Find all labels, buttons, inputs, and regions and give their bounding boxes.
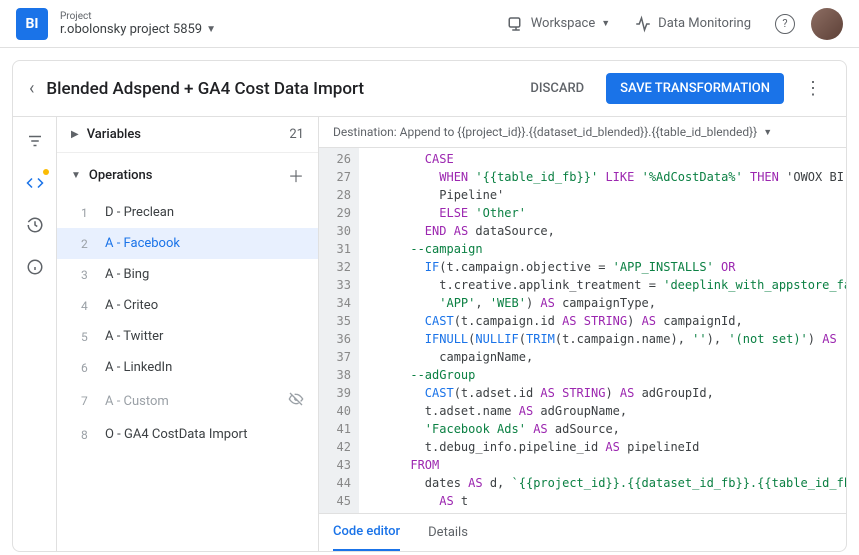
project-name-text: r.obolonsky project 5859	[60, 22, 202, 37]
operation-item[interactable]: 3 A - Bing	[57, 259, 318, 290]
add-operation-button[interactable]: ＋	[288, 163, 304, 187]
side-rail	[13, 117, 57, 551]
left-panel: ▶ Variables 21 ▼ Operations ＋ 1 D - Precl…	[57, 117, 319, 551]
operation-index: 7	[81, 394, 97, 408]
project-name: r.obolonsky project 5859 ▼	[60, 22, 216, 37]
chevron-down-icon: ▼	[206, 24, 216, 35]
operation-label: O - GA4 CostData Import	[105, 427, 247, 442]
monitoring-icon	[634, 15, 652, 33]
chevron-down-icon: ▼	[763, 127, 772, 138]
data-monitoring-nav[interactable]: Data Monitoring	[634, 15, 751, 33]
notification-dot-icon	[43, 169, 49, 175]
app-logo[interactable]: BI	[16, 8, 48, 40]
code-content[interactable]: CASE WHEN '{{table_id_fb}}' LIKE '%AdCos…	[359, 148, 846, 513]
title-row: ‹ Blended Adspend + GA4 Cost Data Import…	[13, 61, 846, 117]
tab-details[interactable]: Details	[428, 514, 468, 551]
top-nav: Workspace ▼ Data Monitoring	[507, 15, 751, 33]
avatar[interactable]	[811, 8, 843, 40]
operation-index: 8	[81, 428, 97, 442]
tab-code-editor[interactable]: Code editor	[333, 514, 400, 551]
monitoring-label: Data Monitoring	[658, 16, 751, 31]
destination-text: Destination: Append to {{project_id}}.{{…	[333, 125, 757, 139]
operation-label: A - Twitter	[105, 329, 163, 344]
operation-index: 5	[81, 330, 97, 344]
operation-label: A - LinkedIn	[105, 360, 172, 375]
top-right: ?	[775, 8, 843, 40]
operation-label: A - Criteo	[105, 298, 158, 313]
operation-item[interactable]: 5 A - Twitter	[57, 321, 318, 352]
operation-label: A - Bing	[105, 267, 149, 282]
rail-code-icon[interactable]	[23, 171, 47, 195]
body: ▶ Variables 21 ▼ Operations ＋ 1 D - Precl…	[13, 117, 846, 551]
help-icon[interactable]: ?	[775, 14, 795, 34]
code-editor[interactable]: 2627282930313233343536373839404142434445…	[319, 148, 846, 513]
operation-index: 6	[81, 361, 97, 375]
operation-label: A - Custom	[105, 394, 169, 409]
workspace-nav[interactable]: Workspace ▼	[507, 15, 610, 33]
variables-label: Variables	[87, 127, 141, 142]
variables-count: 21	[289, 127, 304, 142]
chevron-down-icon: ▼	[71, 170, 81, 181]
destination-row[interactable]: Destination: Append to {{project_id}}.{{…	[319, 117, 846, 148]
hidden-icon	[288, 391, 304, 411]
operation-label: A - Facebook	[105, 236, 180, 251]
save-transformation-button[interactable]: SAVE TRANSFORMATION	[606, 73, 784, 104]
operation-index: 2	[81, 237, 97, 251]
chevron-right-icon: ▶	[71, 129, 79, 140]
operation-item[interactable]: 1 D - Preclean	[57, 197, 318, 228]
variables-section[interactable]: ▶ Variables 21	[57, 117, 318, 152]
operation-item[interactable]: 6 A - LinkedIn	[57, 352, 318, 383]
chevron-down-icon: ▼	[601, 18, 610, 29]
operation-item[interactable]: 4 A - Criteo	[57, 290, 318, 321]
operation-index: 3	[81, 268, 97, 282]
editor-tabs: Code editor Details	[319, 513, 846, 551]
title-actions: DISCARD SAVE TRANSFORMATION ⋮	[520, 73, 830, 104]
more-menu-button[interactable]: ⋮	[796, 74, 830, 103]
workspace-label: Workspace	[531, 16, 596, 31]
workspace-icon	[507, 15, 525, 33]
operation-label: D - Preclean	[105, 205, 174, 220]
project-selector[interactable]: Project r.obolonsky project 5859 ▼	[60, 11, 216, 37]
line-gutter: 2627282930313233343536373839404142434445	[319, 148, 359, 513]
operation-item[interactable]: 8 O - GA4 CostData Import	[57, 419, 318, 450]
rail-filter-icon[interactable]	[23, 129, 47, 153]
rail-history-icon[interactable]	[23, 213, 47, 237]
operations-label: Operations	[89, 168, 153, 183]
operation-index: 1	[81, 206, 97, 220]
rail-info-icon[interactable]	[23, 255, 47, 279]
right-panel: Destination: Append to {{project_id}}.{{…	[319, 117, 846, 551]
operation-item[interactable]: 7 A - Custom	[57, 383, 318, 419]
back-button[interactable]: ‹	[29, 78, 34, 99]
page-title: Blended Adspend + GA4 Cost Data Import	[46, 79, 364, 99]
main-card: ‹ Blended Adspend + GA4 Cost Data Import…	[12, 60, 847, 552]
discard-button[interactable]: DISCARD	[520, 75, 594, 102]
operation-item[interactable]: 2 A - Facebook	[57, 228, 318, 259]
operations-list: 1 D - Preclean 2 A - Facebook 3 A - Bing 4 A - …	[57, 197, 318, 450]
operations-section[interactable]: ▼ Operations ＋	[57, 152, 318, 197]
operation-index: 4	[81, 299, 97, 313]
top-bar: BI Project r.obolonsky project 5859 ▼ Wo…	[0, 0, 859, 48]
project-label: Project	[60, 11, 216, 22]
